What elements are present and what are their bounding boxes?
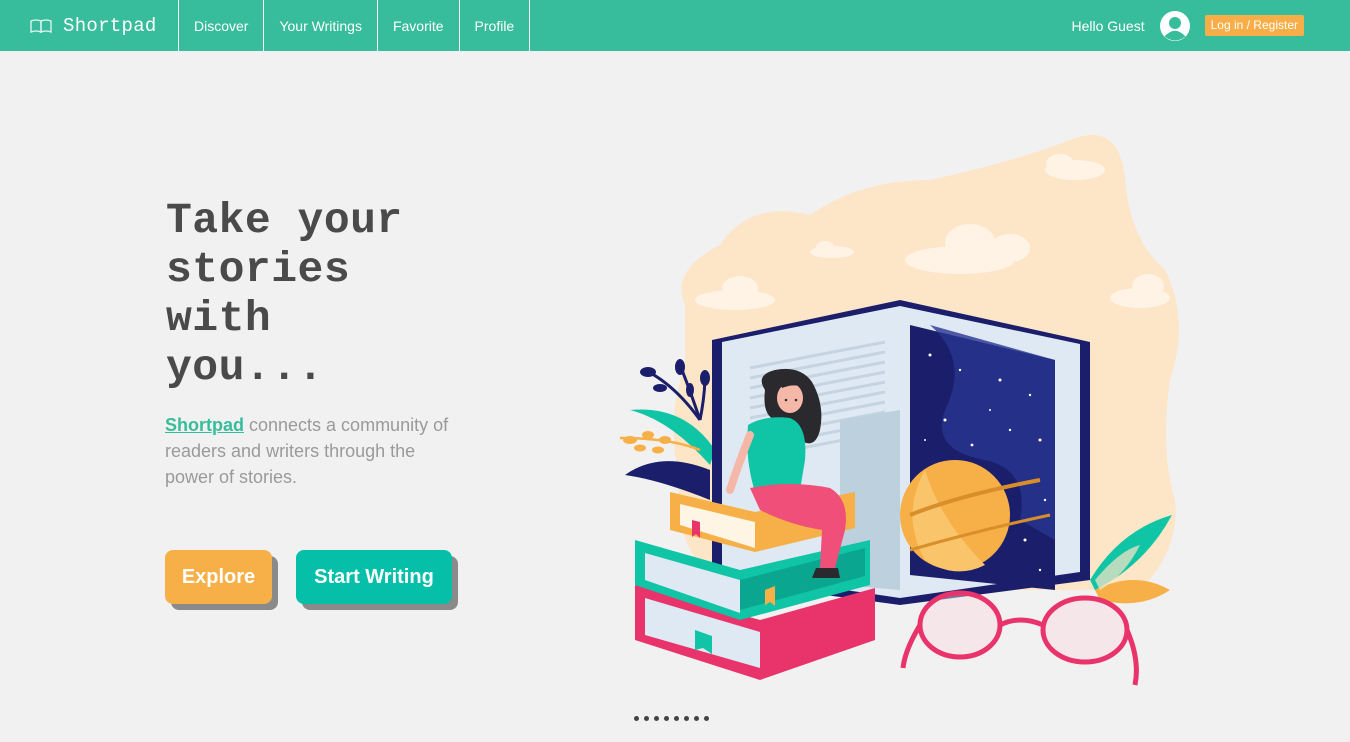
carousel-pager — [634, 716, 709, 721]
shortpad-link[interactable]: Shortpad — [165, 415, 244, 435]
brand-name: Shortpad — [63, 14, 157, 37]
brand-logo[interactable]: Shortpad — [0, 0, 178, 51]
hero-title: Take your stories with you... — [166, 196, 466, 392]
hero-title-line: stories — [166, 245, 351, 294]
pager-dot[interactable] — [684, 716, 689, 721]
user-area: Hello Guest Log in / Register — [1071, 0, 1304, 51]
nav-favorite[interactable]: Favorite — [376, 0, 459, 51]
pager-dot[interactable] — [644, 716, 649, 721]
reading-girl-illustration — [619, 135, 1179, 686]
user-avatar-icon[interactable] — [1159, 10, 1190, 41]
explore-button[interactable]: Explore — [165, 550, 272, 604]
hero-title-line: with — [166, 294, 272, 343]
pager-dot[interactable] — [654, 716, 659, 721]
nav-links: Discover Your Writings Favorite Profile — [178, 0, 531, 51]
top-navbar: Shortpad Discover Your Writings Favorite… — [0, 0, 1350, 51]
start-writing-button[interactable]: Start Writing — [296, 550, 452, 604]
nav-your-writings[interactable]: Your Writings — [263, 0, 376, 51]
hero-title-line: you... — [166, 343, 324, 392]
pager-dot[interactable] — [664, 716, 669, 721]
pager-dot[interactable] — [634, 716, 639, 721]
nav-profile[interactable]: Profile — [458, 0, 531, 51]
pager-dot[interactable] — [704, 716, 709, 721]
nav-discover[interactable]: Discover — [178, 0, 263, 51]
hero-title-line: Take your — [166, 196, 403, 245]
pager-dot[interactable] — [674, 716, 679, 721]
greeting-text: Hello Guest — [1071, 17, 1145, 34]
open-book-icon — [30, 18, 52, 33]
pager-dot[interactable] — [694, 716, 699, 721]
hero-description: Shortpad connects a community of readers… — [165, 412, 455, 490]
login-register-button[interactable]: Log in / Register — [1204, 15, 1304, 36]
